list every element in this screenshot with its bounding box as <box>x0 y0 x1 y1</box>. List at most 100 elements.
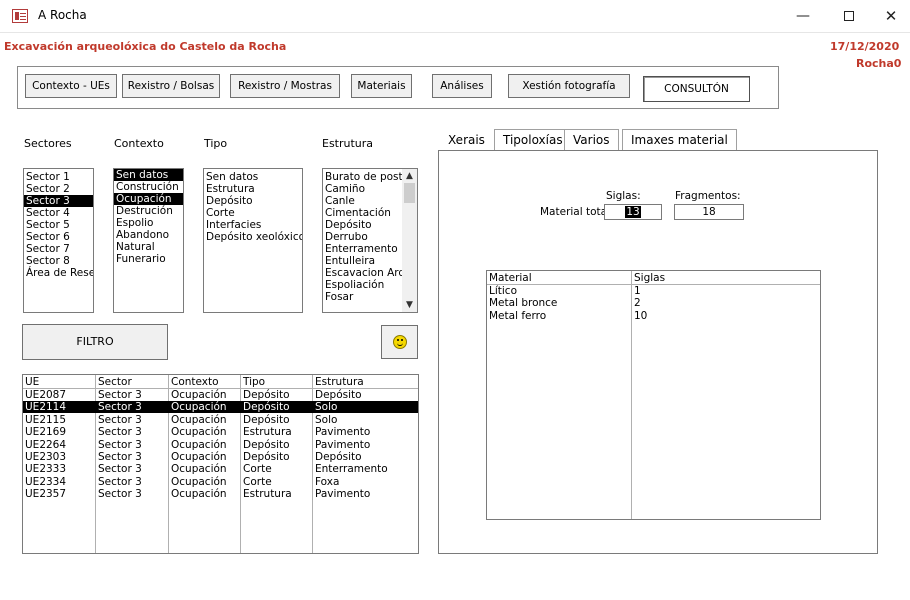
contexto-option[interactable]: Construción <box>114 181 183 193</box>
result-cell: UE2334 <box>25 475 67 488</box>
result-cell: Ocupación <box>171 426 227 439</box>
result-cell: UE2303 <box>25 451 67 463</box>
result-cell: Depósito <box>315 389 362 401</box>
title-separator <box>0 32 910 33</box>
sector-option[interactable]: Sector 3 <box>24 195 93 207</box>
estrutura-listbox[interactable]: ▲ ▼ Burato de poste Camiño Canle Cimentació… <box>322 168 418 313</box>
scroll-up-icon[interactable]: ▲ <box>402 169 417 183</box>
material-total-label: Material total: <box>540 206 614 218</box>
contexto-option[interactable]: Ocupación <box>114 193 183 205</box>
siglas-value: 13 <box>625 206 641 218</box>
tipo-option[interactable]: Depósito <box>204 195 302 207</box>
sector-option[interactable]: Sector 6 <box>24 231 93 243</box>
contexto-option[interactable]: Sen datos <box>114 169 183 181</box>
result-cell: Depósito <box>243 401 290 414</box>
result-column-header: Contexto <box>171 376 219 388</box>
result-cell: Depósito <box>243 389 290 401</box>
material-row[interactable]: Metal bronce 2 <box>487 297 820 309</box>
scroll-thumb[interactable] <box>404 183 415 203</box>
tipo-option[interactable]: Sen datos <box>204 171 302 183</box>
result-row[interactable]: UE2264 Sector 3 Ocupación Depósito Pavimento <box>23 439 418 451</box>
sector-option[interactable]: Sector 5 <box>24 219 93 231</box>
tipo-option[interactable]: Estrutura <box>204 183 302 195</box>
contexto-ues-button[interactable]: Contexto - UEs <box>25 74 117 98</box>
result-cell: Ocupación <box>171 475 227 488</box>
contexto-option[interactable]: Funerario <box>114 253 183 265</box>
result-row[interactable]: UE2114 Sector 3 Ocupación Depósito Solo <box>23 401 418 414</box>
fragmentos-field[interactable]: 18 <box>674 204 744 220</box>
maximize-button[interactable] <box>826 4 872 28</box>
contexto-option[interactable]: Natural <box>114 241 183 253</box>
smiley-icon <box>392 335 407 349</box>
siglas-label: Siglas: <box>606 190 641 202</box>
result-row[interactable]: UE2087 Sector 3 Ocupación Depósito Depósito <box>23 389 418 401</box>
sector-option[interactable]: Área de Reser <box>24 267 93 279</box>
result-cell: Corte <box>243 463 272 476</box>
result-row[interactable]: UE2357 Sector 3 Ocupación Estrutura Paviment… <box>23 488 418 500</box>
xestion-fotografia-button[interactable]: Xestión fotografía <box>508 74 630 98</box>
result-row[interactable]: UE2334 Sector 3 Ocupación Corte Foxa <box>23 476 418 488</box>
tab-xerais[interactable]: Xerais <box>440 130 493 152</box>
sector-option[interactable]: Sector 2 <box>24 183 93 195</box>
result-cell: Sector 3 <box>98 426 142 439</box>
material-cell: 1 <box>634 285 641 297</box>
material-cell: Lítico <box>489 285 517 297</box>
tipo-label: Tipo <box>204 137 228 150</box>
sector-option[interactable]: Sector 1 <box>24 171 93 183</box>
result-cell: Depósito <box>243 413 290 426</box>
materials-table[interactable]: Material Siglas Lítico 1 Metal bronce 2 Metal … <box>486 270 821 520</box>
contexto-listbox[interactable]: Sen datos Construción Ocupación Destrución E… <box>113 168 184 313</box>
current-user: Rocha0 <box>856 57 902 70</box>
result-cell: Depósito <box>243 451 290 463</box>
filtro-button[interactable]: FILTRO <box>22 324 168 360</box>
rexistro-bolsas-button[interactable]: Rexistro / Bolsas <box>122 74 220 98</box>
analises-button[interactable]: Análises <box>432 74 492 98</box>
smiley-button[interactable] <box>381 325 418 359</box>
contexto-option[interactable]: Espolio <box>114 217 183 229</box>
siglas-field[interactable]: 13 <box>604 204 662 220</box>
current-date: 17/12/2020 <box>830 40 900 53</box>
result-cell: Pavimento <box>315 488 371 501</box>
material-cell: Metal ferro <box>489 309 547 322</box>
close-button[interactable]: ✕ <box>868 4 910 28</box>
consulton-button[interactable]: CONSULTÓN <box>643 76 750 102</box>
tab-imaxes-material[interactable]: Imaxes material <box>622 129 737 151</box>
result-column-header: Sector <box>98 376 132 388</box>
result-cell: Ocupación <box>171 389 227 401</box>
sectores-listbox[interactable]: Sector 1 Sector 2 Sector 3 Sector 4 Sector 5… <box>23 168 94 313</box>
tipo-listbox[interactable]: Sen datos Estrutura Depósito Corte Interfaci… <box>203 168 303 313</box>
estrutura-scrollbar[interactable]: ▲ ▼ <box>402 169 417 312</box>
minimize-button[interactable]: — <box>780 4 826 28</box>
materiais-button[interactable]: Materiais <box>351 74 412 98</box>
material-cell: 10 <box>634 309 648 322</box>
result-cell: Pavimento <box>315 426 371 439</box>
sector-option[interactable]: Sector 4 <box>24 207 93 219</box>
material-row[interactable]: Lítico 1 <box>487 285 820 297</box>
sector-option[interactable]: Sector 7 <box>24 243 93 255</box>
tipo-option[interactable]: Depósito xeolóxico <box>204 231 302 243</box>
estrutura-label: Estrutura <box>322 137 374 150</box>
contexto-option[interactable]: Destrución <box>114 205 183 217</box>
result-cell: Ocupación <box>171 463 227 476</box>
scroll-down-icon[interactable]: ▼ <box>402 298 417 312</box>
sector-option[interactable]: Sector 8 <box>24 255 93 267</box>
tipo-option[interactable]: Interfacies <box>204 219 302 231</box>
result-row[interactable]: UE2115 Sector 3 Ocupación Depósito Solo <box>23 414 418 426</box>
result-row[interactable]: UE2333 Sector 3 Ocupación Corte Enterramento <box>23 463 418 475</box>
material-cell: Metal bronce <box>489 297 558 310</box>
access-form-icon <box>12 9 28 23</box>
tab-varios[interactable]: Varios <box>564 129 619 151</box>
rexistro-mostras-button[interactable]: Rexistro / Mostras <box>230 74 340 98</box>
title-bar <box>0 0 910 32</box>
tipo-option[interactable]: Corte <box>204 207 302 219</box>
result-cell: UE2333 <box>25 463 67 476</box>
result-row[interactable]: UE2169 Sector 3 Ocupación Estrutura Paviment… <box>23 426 418 438</box>
result-row[interactable]: UE2303 Sector 3 Ocupación Depósito Depósito <box>23 451 418 463</box>
result-cell: Depósito <box>315 451 362 463</box>
tab-tipoloxias[interactable]: Tipoloxías <box>494 129 572 151</box>
result-column-header: Tipo <box>243 376 266 388</box>
contexto-option[interactable]: Abandono <box>114 229 183 241</box>
fragmentos-label: Fragmentos: <box>675 190 741 202</box>
material-row[interactable]: Metal ferro 10 <box>487 310 820 322</box>
results-table[interactable]: UE Sector Contexto Tipo Estrutura UE2087 Secto… <box>22 374 419 554</box>
